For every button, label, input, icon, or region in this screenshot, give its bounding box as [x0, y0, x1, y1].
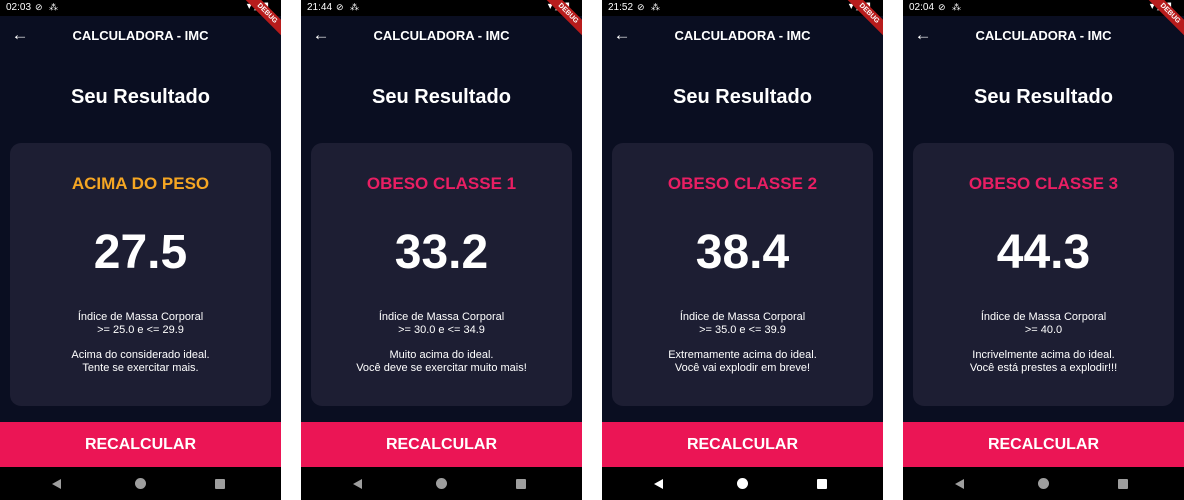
bmi-value: 27.5 [93, 226, 188, 279]
phone-screen-2: 21:44 ⊘ ⁂ ▾◢▮ DEBUG ← CALCULADORA - IMC … [301, 0, 582, 500]
bmi-description: Índice de Massa Corporal >= 25.0 e <= 29… [10, 311, 271, 337]
bmi-value: 44.3 [996, 226, 1091, 279]
notification-icons: ⊘ ⁂ [35, 2, 61, 12]
bmi-advice: Incrivelmente acima do ideal. Você está … [913, 349, 1174, 375]
triangle-back-icon[interactable] [955, 479, 964, 489]
status-bar: 02:04 ⊘ ⁂ ▾◢▮ [903, 0, 1184, 16]
app-title: CALCULADORA - IMC [72, 28, 209, 43]
app-title: CALCULADORA - IMC [373, 28, 510, 43]
bmi-advice: Muito acima do ideal. Você deve se exerc… [311, 349, 572, 375]
bmi-range: >= 25.0 e <= 29.9 [97, 324, 184, 336]
bmi-category: ACIMA DO PESO [71, 174, 210, 193]
bmi-description-title: Índice de Massa Corporal [77, 311, 204, 323]
bmi-advice: Acima do considerado ideal. Tente se exe… [10, 349, 271, 375]
system-nav-bar [602, 467, 883, 500]
app-title: CALCULADORA - IMC [975, 28, 1112, 43]
bmi-description-title: Índice de Massa Corporal [679, 311, 806, 323]
app-bar: ← CALCULADORA - IMC [903, 16, 1184, 56]
circle-home-icon[interactable] [135, 478, 146, 489]
bmi-description: Índice de Massa Corporal >= 35.0 e <= 39… [612, 311, 873, 337]
square-recents-icon[interactable] [817, 479, 827, 489]
bmi-advice-line1: Muito acima do ideal. [389, 349, 494, 361]
app-title: CALCULADORA - IMC [674, 28, 811, 43]
triangle-back-icon[interactable] [654, 479, 663, 489]
phone-screen-3: 21:52 ⊘ ⁂ ▾◢▮ DEBUG ← CALCULADORA - IMC … [602, 0, 883, 500]
bmi-advice-line2: Tente se exercitar mais. [82, 362, 199, 374]
recalculate-button[interactable]: RECALCULAR [602, 422, 883, 467]
app-bar: ← CALCULADORA - IMC [301, 16, 582, 56]
phone-screen-1: 02:03 ⊘ ⁂ ▾◢▮ DEBUG ← CALCULADORA - IMC … [0, 0, 281, 500]
bmi-category: OBESO CLASSE 2 [667, 174, 818, 193]
bmi-advice-line1: Incrivelmente acima do ideal. [972, 349, 1115, 361]
bmi-description: Índice de Massa Corporal >= 40.0 [913, 311, 1174, 337]
result-heading: Seu Resultado [974, 86, 1113, 108]
bmi-description: Índice de Massa Corporal >= 30.0 e <= 34… [311, 311, 572, 337]
status-bar: 21:52 ⊘ ⁂ ▾◢▮ [602, 0, 883, 16]
status-time: 02:03 [6, 2, 32, 13]
notification-icons: ⊘ ⁂ [637, 2, 663, 12]
result-card: OBESO CLASSE 3 44.3 Índice de Massa Corp… [913, 143, 1174, 406]
bmi-range: >= 40.0 [1024, 324, 1063, 336]
bmi-advice: Extremamente acima do ideal. Você vai ex… [612, 349, 873, 375]
bmi-value: 33.2 [394, 226, 489, 279]
status-bar: 02:03 ⊘ ⁂ ▾◢▮ [0, 0, 281, 16]
square-recents-icon[interactable] [215, 479, 225, 489]
notification-icons: ⊘ ⁂ [938, 2, 964, 12]
result-heading: Seu Resultado [71, 86, 210, 108]
result-heading: Seu Resultado [372, 86, 511, 108]
notification-icons: ⊘ ⁂ [336, 2, 362, 12]
status-time: 02:04 [909, 2, 935, 13]
circle-home-icon[interactable] [1038, 478, 1049, 489]
square-recents-icon[interactable] [516, 479, 526, 489]
app-bar: ← CALCULADORA - IMC [0, 16, 281, 56]
bmi-advice-line2: Você deve se exercitar muito mais! [356, 362, 527, 374]
bmi-category: OBESO CLASSE 1 [366, 174, 517, 193]
bmi-description-title: Índice de Massa Corporal [980, 311, 1107, 323]
triangle-back-icon[interactable] [52, 479, 61, 489]
bmi-range: >= 30.0 e <= 34.9 [398, 324, 485, 336]
bmi-advice-line2: Você vai explodir em breve! [674, 362, 811, 374]
status-time: 21:44 [307, 2, 333, 13]
system-nav-bar [301, 467, 582, 500]
bmi-advice-line2: Você está prestes a explodir!!! [969, 362, 1118, 374]
recalculate-button[interactable]: RECALCULAR [903, 422, 1184, 467]
bmi-description-title: Índice de Massa Corporal [378, 311, 505, 323]
square-recents-icon[interactable] [1118, 479, 1128, 489]
result-card: OBESO CLASSE 1 33.2 Índice de Massa Corp… [311, 143, 572, 406]
circle-home-icon[interactable] [737, 478, 748, 489]
recalculate-button[interactable]: RECALCULAR [0, 422, 281, 467]
bmi-advice-line1: Acima do considerado ideal. [71, 349, 210, 361]
triangle-back-icon[interactable] [353, 479, 362, 489]
result-heading: Seu Resultado [673, 86, 812, 108]
system-nav-bar [903, 467, 1184, 500]
bmi-category: OBESO CLASSE 3 [968, 174, 1119, 193]
app-bar: ← CALCULADORA - IMC [602, 16, 883, 56]
system-nav-bar [0, 467, 281, 500]
circle-home-icon[interactable] [436, 478, 447, 489]
bmi-value: 38.4 [695, 226, 790, 279]
bmi-range: >= 35.0 e <= 39.9 [699, 324, 786, 336]
result-card: OBESO CLASSE 2 38.4 Índice de Massa Corp… [612, 143, 873, 406]
bmi-advice-line1: Extremamente acima do ideal. [668, 349, 817, 361]
phone-screen-4: 02:04 ⊘ ⁂ ▾◢▮ DEBUG ← CALCULADORA - IMC … [903, 0, 1184, 500]
status-bar: 21:44 ⊘ ⁂ ▾◢▮ [301, 0, 582, 16]
status-time: 21:52 [608, 2, 634, 13]
recalculate-button[interactable]: RECALCULAR [301, 422, 582, 467]
result-card: ACIMA DO PESO 27.5 Índice de Massa Corpo… [10, 143, 271, 406]
